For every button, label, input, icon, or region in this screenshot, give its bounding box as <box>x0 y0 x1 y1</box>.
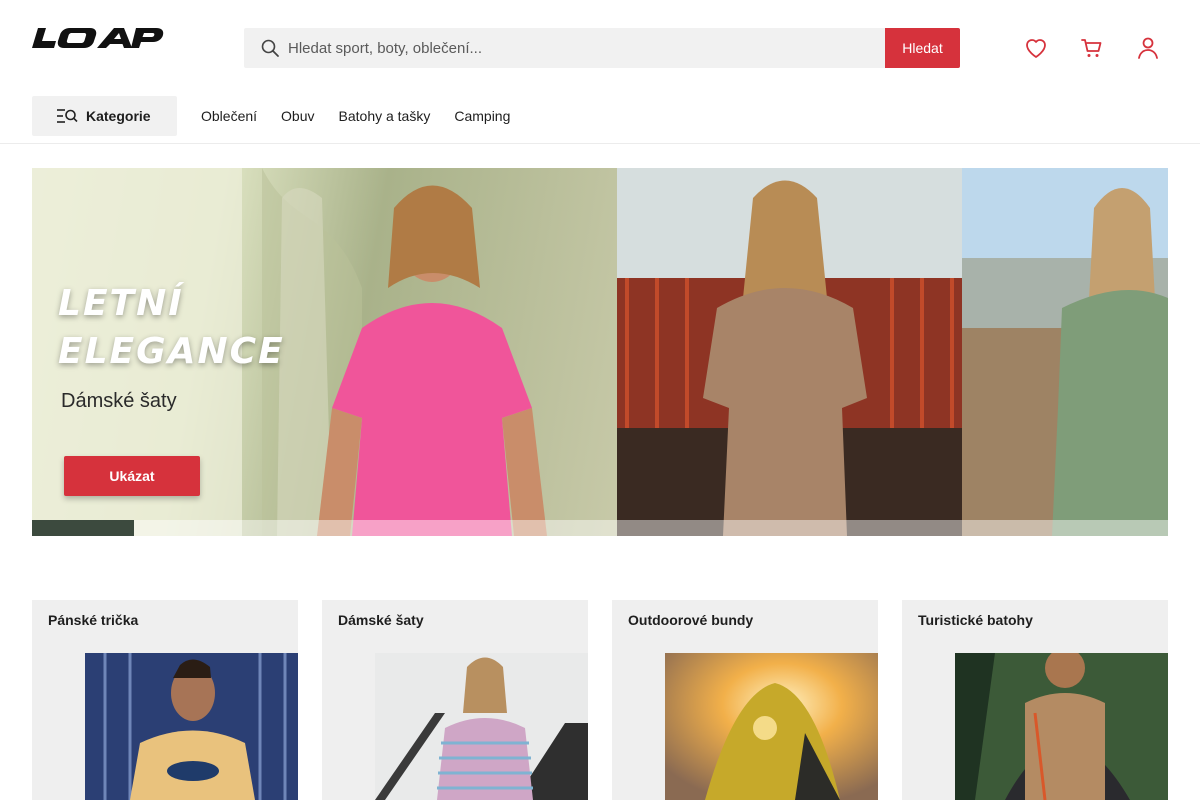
category-card-title: Dámské šaty <box>338 612 424 628</box>
category-image-mens-tshirts <box>85 653 298 800</box>
nav-links: Oblečení Obuv Batohy a tašky Camping <box>201 96 534 136</box>
nav-link-batohy[interactable]: Batohy a tašky <box>339 108 431 124</box>
hero-banner[interactable]: Letní elegance Dámské šaty Ukázat <box>32 168 1168 536</box>
slider-progress[interactable] <box>32 520 1168 536</box>
category-image-hiking-backpacks <box>955 653 1168 800</box>
header: Hledat <box>0 0 1200 96</box>
hero-subtitle: Dámské šaty <box>61 390 177 412</box>
menu-search-icon <box>57 109 78 123</box>
cart-icon[interactable] <box>1078 34 1106 62</box>
category-card-hiking-backpacks[interactable]: Turistické batohy <box>902 600 1168 800</box>
nav-link-camping[interactable]: Camping <box>454 108 510 124</box>
user-icon[interactable] <box>1134 34 1162 62</box>
category-card-outdoor-jackets[interactable]: Outdoorové bundy <box>612 600 878 800</box>
category-card-title: Outdoorové bundy <box>628 612 754 628</box>
search-bar: Hledat <box>244 28 960 68</box>
search-icon <box>261 39 279 57</box>
category-image-outdoor-jackets <box>665 653 878 800</box>
category-card-title: Turistické batohy <box>918 612 1033 628</box>
nav-link-obuv[interactable]: Obuv <box>281 108 314 124</box>
search-input[interactable] <box>288 28 868 68</box>
main-nav: Kategorie Oblečení Obuv Batohy a tašky C… <box>0 96 1200 144</box>
category-card-womens-dresses[interactable]: Dámské šaty <box>322 600 588 800</box>
hero-image-brown-dress <box>617 168 962 536</box>
hero-title: Letní elegance <box>58 283 285 372</box>
show-button[interactable]: Ukázat <box>64 456 200 496</box>
hero-image-green-dress-art <box>962 168 1168 536</box>
category-image-womens-dresses <box>375 653 588 800</box>
category-card-mens-tshirts[interactable]: Pánské trička <box>32 600 298 800</box>
categories-button[interactable]: Kategorie <box>32 96 177 136</box>
slider-progress-fill <box>32 520 135 536</box>
category-card-title: Pánské trička <box>48 612 139 628</box>
heart-icon[interactable] <box>1022 34 1050 62</box>
hero-image-green-dress <box>962 168 1168 536</box>
search-button[interactable]: Hledat <box>885 28 960 68</box>
category-cards: Pánské trička Dámské šaty Outdoorové bun… <box>32 600 1168 800</box>
loap-logo[interactable] <box>32 28 166 48</box>
categories-label: Kategorie <box>86 108 151 124</box>
hero-image-pink-dress: Letní elegance Dámské šaty Ukázat <box>32 168 617 536</box>
nav-link-obleceni[interactable]: Oblečení <box>201 108 257 124</box>
hero-image-brown-dress-art <box>617 168 962 536</box>
